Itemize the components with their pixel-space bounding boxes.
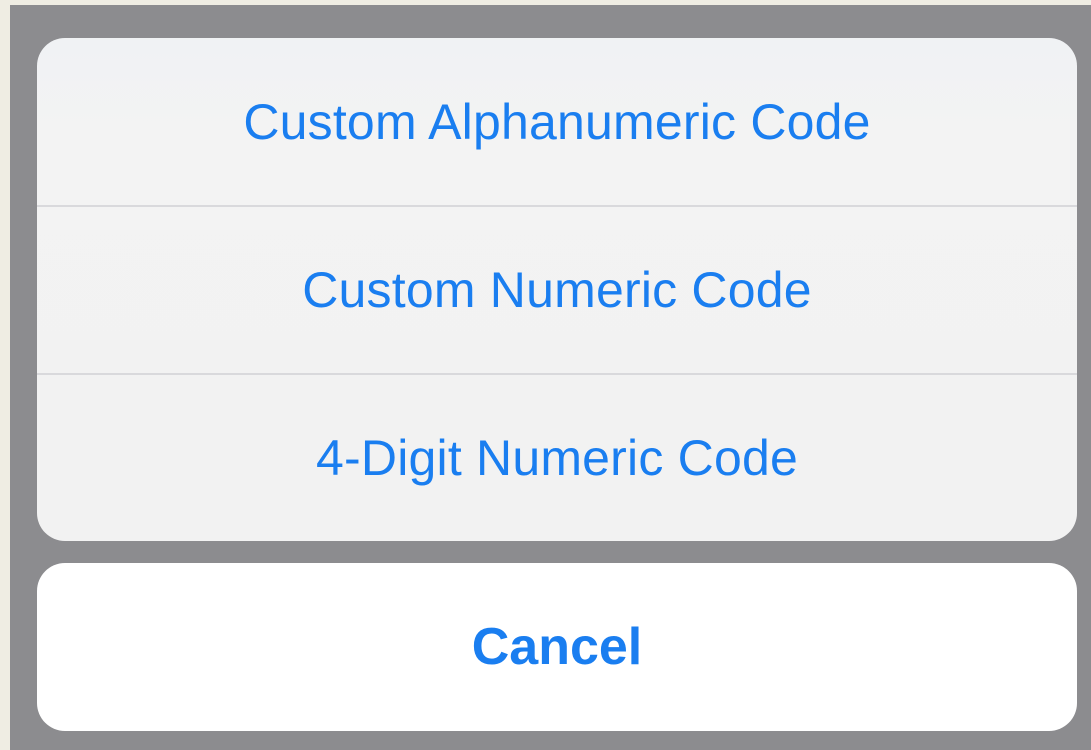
- screen-edge: [0, 0, 10, 750]
- four-digit-numeric-code-option[interactable]: 4-Digit Numeric Code: [37, 374, 1077, 541]
- cancel-button[interactable]: Cancel: [37, 563, 1077, 731]
- option-label: Custom Alphanumeric Code: [243, 93, 871, 150]
- cancel-label: Cancel: [471, 618, 643, 676]
- custom-numeric-code-option[interactable]: Custom Numeric Code: [37, 206, 1077, 373]
- custom-alphanumeric-code-option[interactable]: Custom Alphanumeric Code: [37, 38, 1077, 205]
- option-label: Custom Numeric Code: [302, 261, 812, 318]
- option-label: 4-Digit Numeric Code: [316, 429, 798, 486]
- passcode-options-sheet: Custom Alphanumeric Code Custom Numeric …: [37, 38, 1077, 541]
